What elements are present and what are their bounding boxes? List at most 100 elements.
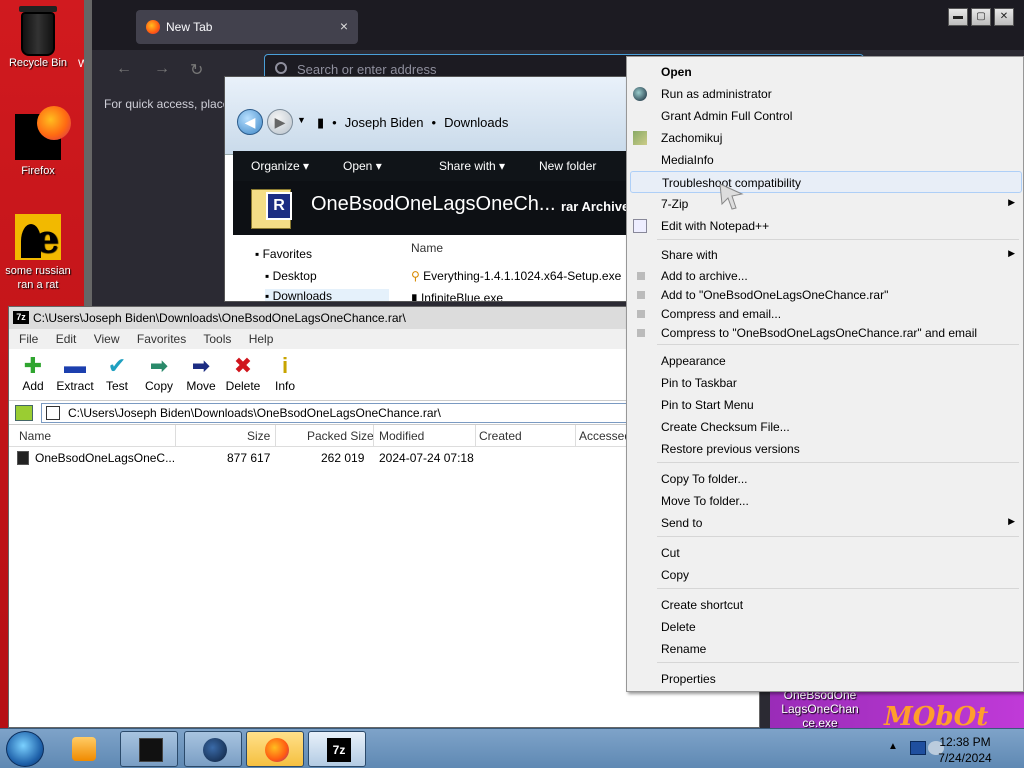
row-packed-size: 262 019 bbox=[321, 451, 365, 465]
menu-tools[interactable]: Tools bbox=[203, 332, 231, 346]
taskbar-globe[interactable] bbox=[184, 731, 242, 767]
maximize-button[interactable]: ▢ bbox=[971, 8, 991, 26]
forward-button[interactable]: ▶ bbox=[267, 109, 293, 135]
explorer-window: ◀ ▶ ▼ ▮ • Joseph Biden • Downloads Organize … bbox=[224, 76, 634, 302]
tab-strip: New Tab × ▬ ▢ ✕ bbox=[92, 0, 1024, 50]
test-button[interactable]: ✔ Test bbox=[95, 353, 139, 393]
menu-item-appearance[interactable]: Appearance bbox=[627, 350, 1023, 372]
move-button[interactable]: ➡ Move bbox=[179, 353, 223, 393]
menu-favorites[interactable]: Favorites bbox=[137, 332, 186, 346]
column-accessed[interactable]: Accessed bbox=[579, 429, 631, 443]
column-size[interactable]: Size bbox=[247, 429, 270, 443]
column-modified[interactable]: Modified bbox=[379, 429, 424, 443]
menu-item-delete[interactable]: Delete bbox=[627, 616, 1023, 638]
back-icon[interactable]: ← bbox=[116, 60, 132, 78]
seven-zip-title: C:\Users\Joseph Biden\Downloads\OneBsodO… bbox=[33, 311, 406, 325]
organize-button[interactable]: Organize ▾ bbox=[251, 159, 309, 173]
menu-item-move-to-folder[interactable]: Move To folder... bbox=[627, 490, 1023, 512]
taskbar: 7z ▲ 12:38 PM 7/24/2024 bbox=[0, 728, 1024, 768]
new-folder-button[interactable]: New folder bbox=[539, 159, 596, 173]
extract-button[interactable]: ▬ Extract bbox=[53, 353, 97, 393]
exe-icon: ▮ bbox=[411, 291, 418, 302]
column-name-header[interactable]: Name bbox=[411, 241, 443, 255]
menu-item-zachomikuj[interactable]: Zachomikuj bbox=[627, 127, 1023, 149]
menu-view[interactable]: View bbox=[94, 332, 120, 346]
info-button[interactable]: i Info bbox=[263, 353, 307, 393]
extract-icon: ▬ bbox=[64, 353, 86, 378]
desktop-exe-label[interactable]: OneBsodOne LagsOneChan ce.exe bbox=[780, 688, 860, 730]
menu-item-copy[interactable]: Copy bbox=[627, 564, 1023, 586]
breadcrumb-user[interactable]: Joseph Biden bbox=[345, 115, 424, 130]
taskbar-media-player[interactable] bbox=[58, 731, 110, 767]
submenu-arrow-icon: ▶ bbox=[1008, 516, 1015, 526]
row-size: 877 617 bbox=[227, 451, 271, 465]
menu-item-grant-admin[interactable]: Grant Admin Full Control bbox=[627, 105, 1023, 127]
column-created[interactable]: Created bbox=[479, 429, 522, 443]
clock-date: 7/24/2024 bbox=[938, 751, 992, 765]
menu-item-open[interactable]: Open bbox=[627, 61, 1023, 83]
search-icon bbox=[275, 62, 287, 74]
menu-item-edit-notepad[interactable]: Edit with Notepad++ bbox=[627, 215, 1023, 237]
menu-item-troubleshoot-compatibility[interactable]: Troubleshoot compatibility bbox=[630, 171, 1022, 193]
archive-file-icon bbox=[17, 451, 29, 465]
menu-edit[interactable]: Edit bbox=[56, 332, 77, 346]
column-packed-size[interactable]: Packed Size bbox=[307, 429, 374, 443]
taskbar-seven-zip[interactable]: 7z bbox=[308, 731, 366, 767]
network-icon[interactable] bbox=[910, 741, 926, 755]
menu-item-run-as-administrator[interactable]: Run as administrator bbox=[627, 83, 1023, 105]
mouse-cursor-icon bbox=[719, 183, 744, 210]
column-name[interactable]: Name bbox=[19, 429, 51, 443]
breadcrumb-folder-icon: ▮ bbox=[317, 115, 325, 130]
menu-item-create-shortcut[interactable]: Create shortcut bbox=[627, 594, 1023, 616]
back-button[interactable]: ◀ bbox=[237, 109, 263, 135]
close-button[interactable]: ✕ bbox=[994, 8, 1014, 26]
menu-item-compress-to-rar-email[interactable]: Compress to "OneBsodOneLagsOneChance.rar… bbox=[627, 322, 1023, 344]
open-button[interactable]: Open ▾ bbox=[343, 159, 382, 173]
menu-item-mediainfo[interactable]: MediaInfo bbox=[627, 149, 1023, 171]
recent-pages-icon[interactable]: ▼ bbox=[297, 115, 306, 125]
menu-item-copy-to-folder[interactable]: Copy To folder... bbox=[627, 468, 1023, 490]
shield-globe-icon bbox=[633, 87, 647, 101]
start-button[interactable] bbox=[6, 731, 44, 767]
file-row-infiniteblue[interactable]: ▮ InfiniteBlue.exe bbox=[411, 291, 503, 302]
add-button[interactable]: ✚ Add bbox=[11, 353, 55, 393]
path-field[interactable]: C:\Users\Joseph Biden\Downloads\OneBsodO… bbox=[41, 403, 633, 423]
menu-item-share-with[interactable]: Share with ▶ bbox=[627, 244, 1023, 266]
forward-icon[interactable]: → bbox=[154, 60, 170, 78]
menu-item-pin-start[interactable]: Pin to Start Menu bbox=[627, 394, 1023, 416]
menu-item-send-to[interactable]: Send to ▶ bbox=[627, 512, 1023, 534]
reload-icon[interactable]: ↻ bbox=[190, 60, 203, 80]
taskbar-black-cube[interactable] bbox=[120, 731, 178, 767]
menu-item-pin-taskbar[interactable]: Pin to Taskbar bbox=[627, 372, 1023, 394]
menu-file[interactable]: File bbox=[19, 332, 38, 346]
hamster-icon bbox=[633, 131, 647, 145]
delete-button[interactable]: ✖ Delete bbox=[221, 353, 265, 393]
folder-up-icon[interactable] bbox=[15, 405, 33, 421]
menu-help[interactable]: Help bbox=[249, 332, 274, 346]
menu-item-7zip[interactable]: 7-Zip ▶ bbox=[627, 193, 1023, 215]
menu-item-cut[interactable]: Cut bbox=[627, 542, 1023, 564]
file-row-everything[interactable]: ⚲ Everything-1.4.1.1024.x64-Setup.exe bbox=[411, 269, 621, 283]
menu-item-rename[interactable]: Rename bbox=[627, 638, 1023, 660]
share-with-button[interactable]: Share with ▾ bbox=[439, 159, 505, 173]
show-hidden-icons[interactable]: ▲ bbox=[888, 741, 904, 755]
tab-new-tab[interactable]: New Tab × bbox=[136, 10, 358, 44]
copy-icon: ➡ bbox=[149, 353, 169, 378]
rat-desktop-icon[interactable]: some russian ran a rat bbox=[0, 214, 76, 292]
menu-item-create-checksum[interactable]: Create Checksum File... bbox=[627, 416, 1023, 438]
firefox-desktop-icon[interactable]: Firefox bbox=[0, 106, 76, 178]
minimize-button[interactable]: ▬ bbox=[948, 8, 968, 26]
menu-item-properties[interactable]: Properties bbox=[627, 668, 1023, 690]
taskbar-firefox[interactable] bbox=[246, 731, 304, 767]
recycle-bin-desktop-icon[interactable]: Recycle Bin bbox=[0, 6, 76, 70]
nav-favorites[interactable]: ▪ Favorites bbox=[255, 247, 312, 261]
delete-icon: ✖ bbox=[233, 353, 253, 378]
nav-desktop[interactable]: ▪ Desktop bbox=[265, 269, 317, 283]
nav-downloads[interactable]: ▪ Downloads bbox=[265, 289, 389, 301]
breadcrumb-downloads[interactable]: Downloads bbox=[444, 115, 508, 130]
system-clock[interactable]: 12:38 PM 7/24/2024 bbox=[930, 734, 1000, 766]
copy-button[interactable]: ➡ Copy bbox=[137, 353, 181, 393]
path-text: C:\Users\Joseph Biden\Downloads\OneBsodO… bbox=[68, 406, 441, 420]
close-tab-icon[interactable]: × bbox=[340, 18, 348, 34]
menu-item-restore-previous[interactable]: Restore previous versions bbox=[627, 438, 1023, 460]
